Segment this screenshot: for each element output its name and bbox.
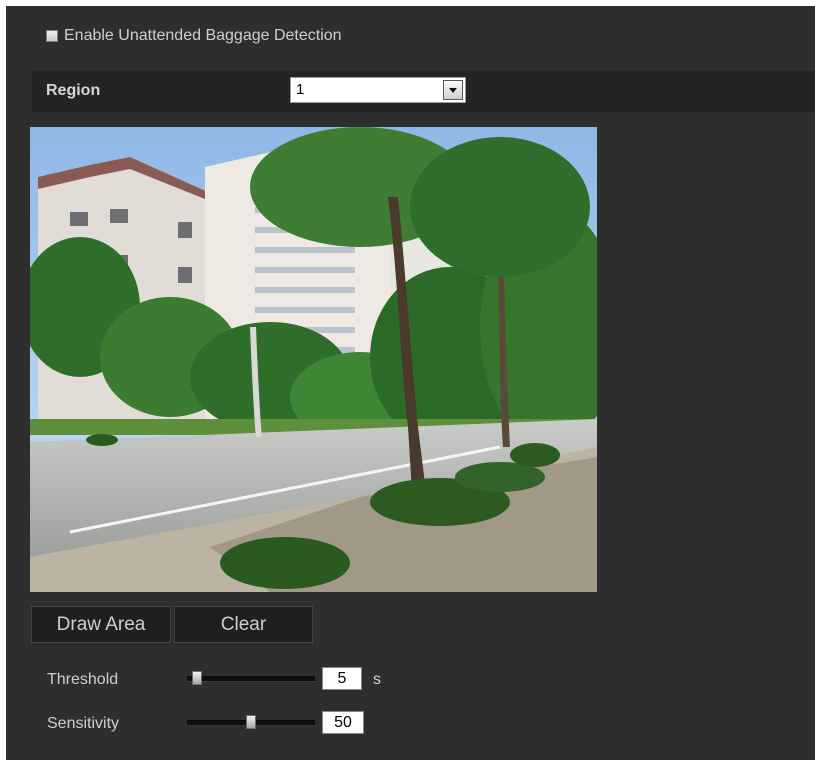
region-row: Region 1: [32, 71, 815, 112]
region-label: Region: [46, 82, 101, 99]
sensitivity-value-field[interactable]: 50: [322, 711, 364, 734]
enable-checkbox[interactable]: [46, 30, 58, 42]
enable-row: Enable Unattended Baggage Detection: [46, 27, 342, 45]
chevron-down-icon[interactable]: [443, 80, 463, 100]
draw-area-button[interactable]: Draw Area: [31, 606, 171, 643]
region-value: 1: [296, 81, 305, 98]
enable-label: Enable Unattended Baggage Detection: [64, 27, 342, 44]
camera-scene-image: [30, 127, 597, 592]
region-select[interactable]: 1: [290, 77, 466, 103]
sensitivity-label: Sensitivity: [47, 715, 120, 732]
settings-panel: Enable Unattended Baggage Detection Regi…: [6, 6, 815, 760]
sensitivity-slider-thumb[interactable]: [246, 715, 256, 729]
threshold-label: Threshold: [47, 671, 119, 688]
camera-preview[interactable]: [30, 127, 597, 592]
sensitivity-slider-track[interactable]: [187, 715, 315, 729]
threshold-slider-thumb[interactable]: [192, 671, 202, 685]
clear-button[interactable]: Clear: [174, 606, 313, 643]
threshold-unit: s: [373, 671, 381, 688]
threshold-value-field[interactable]: 5: [322, 667, 362, 690]
threshold-slider-track[interactable]: [187, 671, 315, 685]
